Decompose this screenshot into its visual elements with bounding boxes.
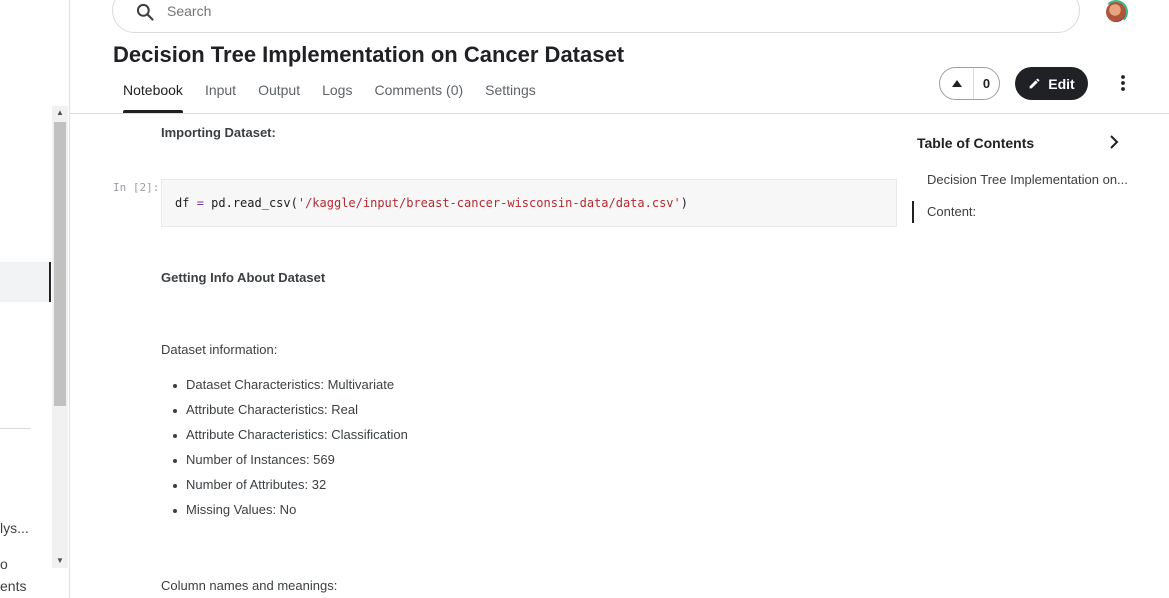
pencil-icon xyxy=(1029,78,1040,89)
sidebar-item-label[interactable]: o xyxy=(0,556,8,572)
scrollbar-thumb[interactable] xyxy=(54,122,66,406)
scroll-up-arrow-icon[interactable]: ▲ xyxy=(52,106,68,120)
code-operator: = xyxy=(196,196,204,210)
list-item: Attribute Characteristics: Real xyxy=(173,402,408,427)
more-options-button[interactable] xyxy=(1112,72,1134,94)
list-item: Dataset Characteristics: Multivariate xyxy=(173,377,408,402)
toc-item-active[interactable]: Content: xyxy=(927,204,976,219)
list-item: Missing Values: No xyxy=(173,502,408,527)
sidebar-scrollbar[interactable]: ▲ ▼ xyxy=(52,106,68,568)
sidebar-active-indicator xyxy=(49,262,51,302)
edit-button[interactable]: Edit xyxy=(1015,67,1088,100)
markdown-text: Dataset information: xyxy=(161,342,278,357)
code-cell[interactable]: df = pd.read_csv('/kaggle/input/breast-c… xyxy=(161,179,897,227)
sidebar-item-label[interactable]: lys... xyxy=(0,520,29,536)
tab-notebook[interactable]: Notebook xyxy=(112,82,194,113)
toc-title: Table of Contents xyxy=(917,135,1035,151)
avatar[interactable] xyxy=(1104,0,1128,24)
code-token: pd.read_csv( xyxy=(203,196,298,210)
chevron-right-icon xyxy=(1110,135,1119,149)
tab-output[interactable]: Output xyxy=(247,82,311,113)
toc-active-indicator xyxy=(912,201,914,223)
markdown-heading: Getting Info About Dataset xyxy=(161,270,326,285)
upvote-button[interactable] xyxy=(940,68,974,99)
code-token: ) xyxy=(680,196,688,210)
dataset-info-list: Dataset Characteristics: Multivariate At… xyxy=(173,377,408,527)
tab-settings[interactable]: Settings xyxy=(474,82,547,113)
list-item: Number of Instances: 569 xyxy=(173,452,408,477)
vote-count: 0 xyxy=(982,76,991,91)
page-title: Decision Tree Implementation on Cancer D… xyxy=(113,42,625,67)
vertical-dots-icon xyxy=(1121,75,1125,91)
left-sidebar: lys... o ents ▲ ▼ xyxy=(0,0,70,598)
toc-collapse-button[interactable] xyxy=(1106,133,1122,151)
edit-button-label: Edit xyxy=(1048,75,1075,92)
header-divider xyxy=(70,113,1169,114)
code-string: '/kaggle/input/breast-cancer-wisconsin-d… xyxy=(297,196,681,210)
tab-comments[interactable]: Comments (0) xyxy=(363,82,474,113)
search-bar[interactable] xyxy=(112,0,1080,33)
search-icon xyxy=(136,3,154,21)
code-line: df = pd.read_csv('/kaggle/input/breast-c… xyxy=(175,196,688,210)
notebook-tabs: Notebook Input Output Logs Comments (0) … xyxy=(112,82,547,113)
sidebar-item-label[interactable]: ents xyxy=(0,578,26,594)
search-input[interactable] xyxy=(167,3,967,19)
tab-logs[interactable]: Logs xyxy=(311,82,363,113)
list-item: Attribute Characteristics: Classificatio… xyxy=(173,427,408,452)
toc-item[interactable]: Decision Tree Implementation on... xyxy=(927,172,1128,187)
vote-group: 0 xyxy=(939,67,1000,100)
cell-prompt: In [2]: xyxy=(113,181,160,194)
sidebar-active-item[interactable] xyxy=(0,262,50,302)
tab-input[interactable]: Input xyxy=(194,82,247,113)
markdown-text: Column names and meanings: xyxy=(161,578,338,593)
scroll-down-arrow-icon[interactable]: ▼ xyxy=(52,554,68,568)
code-token: df xyxy=(175,196,197,210)
upvote-arrow-icon xyxy=(951,80,962,87)
sidebar-divider xyxy=(0,428,31,429)
list-item: Number of Attributes: 32 xyxy=(173,477,408,502)
markdown-heading: Importing Dataset: xyxy=(161,125,276,140)
